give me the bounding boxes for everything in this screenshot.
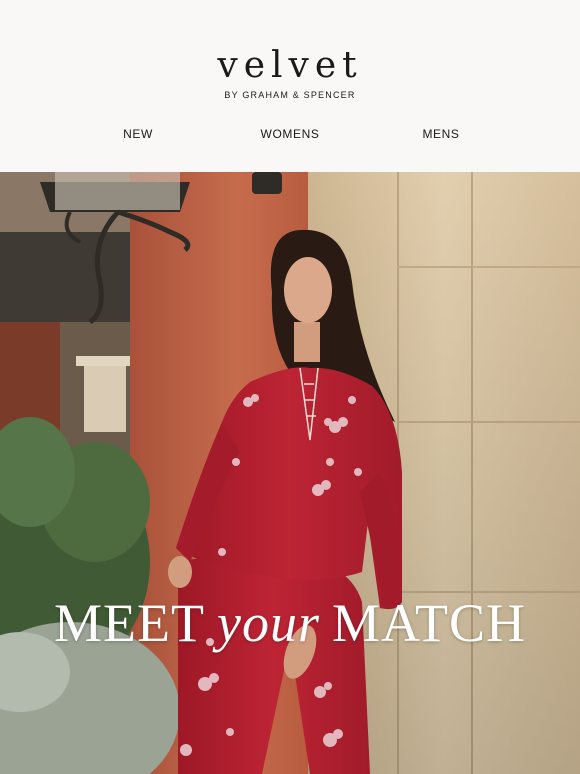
brand-logo[interactable]: velvet	[0, 44, 580, 88]
hero-headline: MEET your MATCH	[0, 592, 580, 654]
brand-tagline: BY GRAHAM & SPENCER	[224, 90, 356, 100]
nav-item-mens[interactable]: MENS	[422, 127, 459, 141]
nav-item-womens[interactable]: WOMENS	[261, 127, 320, 141]
headline-word-match: MATCH	[331, 593, 526, 653]
hero-image	[0, 172, 580, 774]
headline-word-your: your	[216, 593, 320, 653]
nav-item-new[interactable]: NEW	[123, 127, 153, 141]
main-nav: NEW WOMENS MENS	[0, 127, 580, 143]
email-header: velvet BY GRAHAM & SPENCER NEW WOMENS ME…	[0, 0, 580, 172]
headline-word-meet: MEET	[54, 593, 205, 653]
background-column	[84, 362, 126, 432]
email-page: velvet BY GRAHAM & SPENCER NEW WOMENS ME…	[0, 0, 580, 774]
hero-banner[interactable]: MEET your MATCH	[0, 172, 580, 774]
